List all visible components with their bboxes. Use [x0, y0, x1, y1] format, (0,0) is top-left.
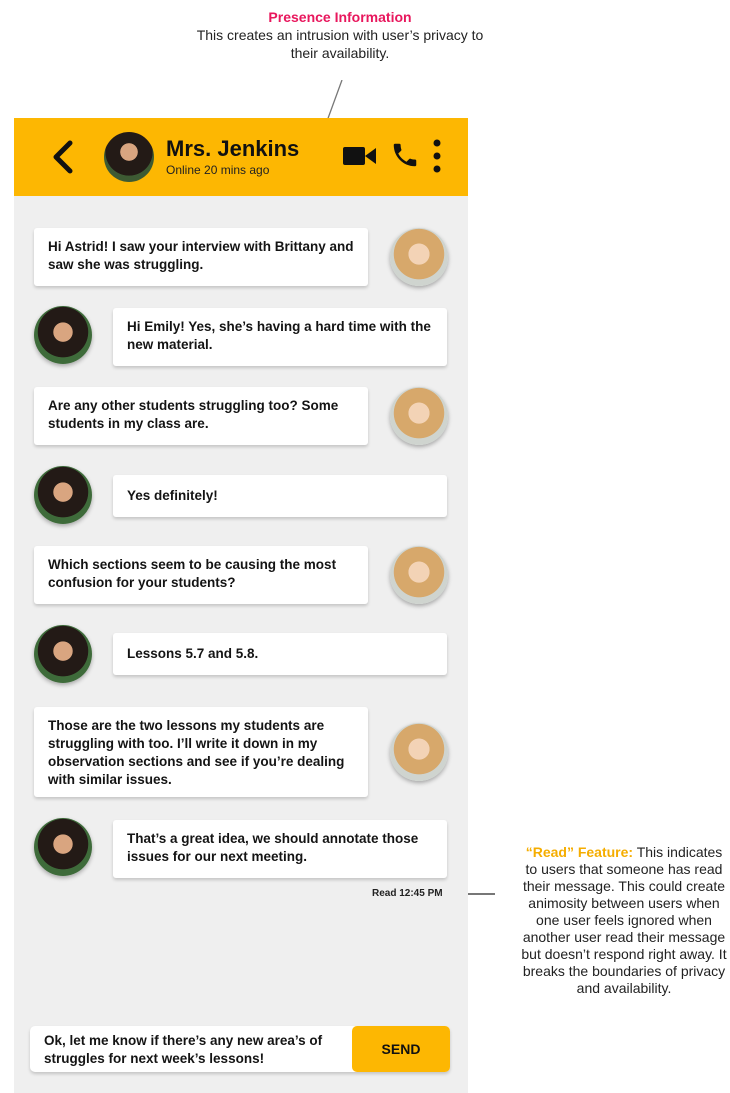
read-annotation: “Read” Feature: This indicates to users …	[518, 844, 730, 997]
message-bubble: Lessons 5.7 and 5.8.	[113, 633, 447, 675]
message-bubble: Those are the two lessons my students ar…	[34, 707, 368, 797]
emily-avatar	[34, 818, 92, 876]
chat-header: Mrs. Jenkins Online 20 mins ago	[14, 118, 468, 196]
astrid-avatar	[390, 546, 448, 604]
emily-avatar	[34, 466, 92, 524]
presence-annotation: Presence Information This creates an int…	[190, 8, 490, 62]
video-icon[interactable]	[343, 145, 377, 167]
chat-screen: Mrs. Jenkins Online 20 mins ago Hi Astri…	[14, 118, 468, 1093]
message-bubble: Hi Emily! Yes, she’s having a hard time …	[113, 308, 447, 366]
presence-annotation-text: This creates an intrusion with user’s pr…	[196, 27, 484, 61]
phone-icon[interactable]	[390, 140, 420, 170]
read-receipt: Read 12:45 PM	[372, 888, 443, 899]
back-icon[interactable]	[50, 140, 76, 174]
message-bubble: Hi Astrid! I saw your interview with Bri…	[34, 228, 368, 286]
presence-status: Online 20 mins ago	[166, 163, 270, 177]
message-bubble: Which sections seem to be causing the mo…	[34, 546, 368, 604]
send-button[interactable]: SEND	[352, 1026, 450, 1072]
presence-annotation-title: Presence Information	[268, 9, 412, 25]
more-icon[interactable]	[432, 138, 442, 174]
astrid-avatar	[390, 387, 448, 445]
read-annotation-text: This indicates to users that someone has…	[521, 844, 727, 996]
message-bubble: Yes definitely!	[113, 475, 447, 517]
emily-avatar	[34, 625, 92, 683]
contact-avatar[interactable]	[104, 132, 154, 182]
message-bubble: Are any other students struggling too? S…	[34, 387, 368, 445]
message-composer[interactable]: Ok, let me know if there’s any new area’…	[30, 1026, 450, 1072]
astrid-avatar	[390, 228, 448, 286]
contact-name[interactable]: Mrs. Jenkins	[166, 136, 299, 162]
read-annotation-title: “Read” Feature:	[525, 844, 634, 860]
emily-avatar	[34, 306, 92, 364]
astrid-avatar	[390, 723, 448, 781]
message-bubble: That’s a great idea, we should annotate …	[113, 820, 447, 878]
message-input[interactable]: Ok, let me know if there’s any new area’…	[44, 1032, 344, 1068]
